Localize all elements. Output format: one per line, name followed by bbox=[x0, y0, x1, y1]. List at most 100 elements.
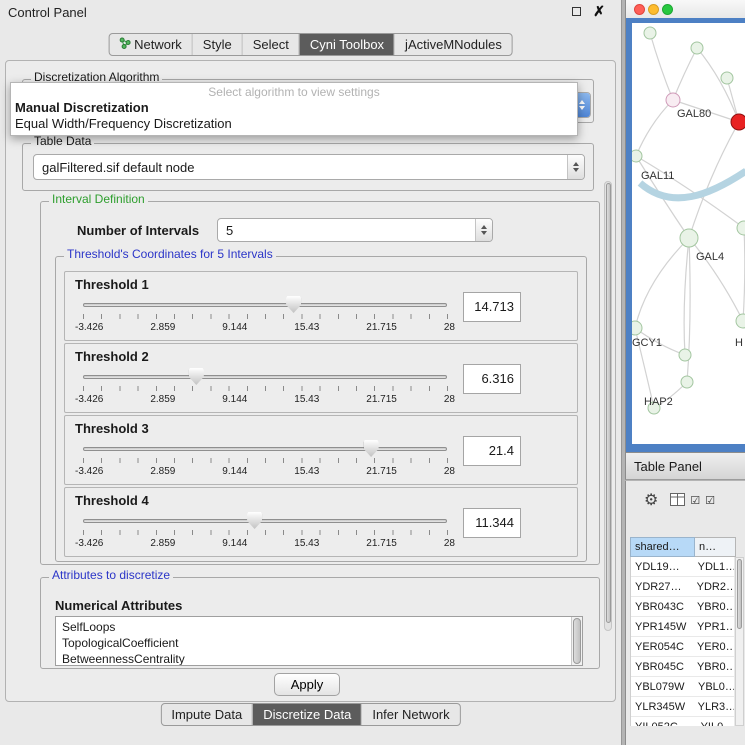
threshold-slider[interactable]: -3.4262.8599.14415.4321.71528 bbox=[75, 510, 455, 556]
scale-tick-label: 15.43 bbox=[294, 466, 319, 477]
slider-thumb[interactable] bbox=[247, 512, 262, 529]
scrollbar-thumb[interactable] bbox=[737, 559, 742, 629]
network-titlebar bbox=[626, 0, 745, 18]
table-row[interactable]: YDR27…YDR2… bbox=[631, 577, 734, 597]
dropdown-option[interactable]: Manual Discretization bbox=[11, 100, 577, 116]
threshold-value-field[interactable]: 21.4 bbox=[463, 436, 521, 466]
settings-scrollbar[interactable] bbox=[604, 181, 612, 631]
table-row[interactable]: YER054CYER0… bbox=[631, 637, 734, 657]
gear-icon[interactable]: ⚙ bbox=[644, 493, 658, 509]
attribute-item[interactable]: TopologicalCoefficient bbox=[56, 635, 582, 651]
scrollbar-thumb[interactable] bbox=[606, 183, 611, 623]
scale-tick-label: 28 bbox=[444, 538, 455, 549]
tab-network[interactable]: Network bbox=[109, 34, 192, 55]
table-row[interactable]: YDL19…YDL1… bbox=[631, 557, 734, 577]
apply-button[interactable]: Apply bbox=[274, 673, 340, 696]
zoom-traffic-light-icon[interactable] bbox=[662, 4, 673, 15]
table-row[interactable]: YBR043CYBR0… bbox=[631, 597, 734, 617]
attribute-item[interactable]: SelfLoops bbox=[56, 617, 582, 635]
network-node[interactable] bbox=[632, 150, 642, 162]
network-node[interactable] bbox=[736, 314, 745, 328]
scale-tick-label: 2.859 bbox=[150, 466, 175, 477]
dropdown-option[interactable]: Equal Width/Frequency Discretization bbox=[11, 116, 577, 132]
slider-thumb[interactable] bbox=[364, 440, 379, 457]
slider-ticks bbox=[83, 458, 448, 463]
table-row[interactable]: YBL079WYBL0… bbox=[631, 677, 734, 697]
threshold-slider[interactable]: -3.4262.8599.14415.4321.71528 bbox=[75, 438, 455, 484]
network-node[interactable] bbox=[666, 93, 680, 107]
scale-tick-label: 2.859 bbox=[150, 322, 175, 333]
threshold-slider[interactable]: -3.4262.8599.14415.4321.71528 bbox=[75, 294, 455, 340]
table-row[interactable]: YIL052CYIL0… bbox=[631, 717, 734, 726]
slider-ticks bbox=[83, 530, 448, 535]
network-node[interactable] bbox=[680, 229, 698, 247]
threshold-list: Threshold 1-3.4262.8599.14415.4321.71528… bbox=[64, 271, 578, 559]
float-window-icon[interactable] bbox=[572, 7, 581, 16]
node-label: GAL11 bbox=[641, 170, 674, 182]
table-window: ⚙ ☑ ☑ shared… n… YDL19…YDL1…YDR27…YDR2…Y… bbox=[625, 481, 745, 745]
tab-discretize-data[interactable]: Discretize Data bbox=[252, 704, 361, 725]
stepper-icon[interactable] bbox=[567, 155, 584, 179]
slider-thumb[interactable] bbox=[189, 368, 204, 385]
tab-select[interactable]: Select bbox=[242, 34, 299, 55]
table-row[interactable]: YPR145WYPR1… bbox=[631, 617, 734, 637]
node-label: HAP2 bbox=[644, 396, 673, 408]
table-cell: YDR27… bbox=[631, 577, 691, 596]
close-icon[interactable]: ✗ bbox=[593, 6, 605, 16]
threshold-value-field[interactable]: 6.316 bbox=[463, 364, 521, 394]
tab-jactivemnodules[interactable]: jActiveMNodules bbox=[394, 34, 512, 55]
table-panel-header: Table Panel bbox=[625, 452, 745, 480]
table-row[interactable]: YLR345WYLR3… bbox=[631, 697, 734, 717]
tab-impute-data[interactable]: Impute Data bbox=[161, 704, 252, 725]
tab-label: Network bbox=[134, 37, 182, 52]
minimize-traffic-light-icon[interactable] bbox=[648, 4, 659, 15]
columns-icon[interactable] bbox=[670, 493, 685, 510]
tab-label: Discretize Data bbox=[263, 707, 351, 722]
panel-title: Control Panel bbox=[8, 5, 87, 20]
table-cell: YPR145W bbox=[631, 617, 691, 636]
network-node[interactable] bbox=[681, 376, 693, 388]
slider-ticks bbox=[83, 386, 448, 391]
tab-label: Select bbox=[253, 37, 289, 52]
node-label: GAL4 bbox=[696, 251, 724, 263]
tab-cyni-toolbox[interactable]: Cyni Toolbox bbox=[299, 34, 394, 55]
network-node[interactable] bbox=[679, 349, 691, 361]
tab-label: Infer Network bbox=[372, 707, 449, 722]
checkbox-icon[interactable]: ☑ bbox=[690, 496, 700, 507]
scale-tick-label: 15.43 bbox=[294, 538, 319, 549]
checkbox-icon[interactable]: ☑ bbox=[705, 496, 715, 507]
scrollbar-thumb[interactable] bbox=[573, 618, 581, 664]
column-header-name[interactable]: n… bbox=[695, 537, 736, 557]
table-data-title: Table Data bbox=[31, 135, 94, 148]
intervals-combo[interactable]: 5 bbox=[217, 218, 493, 242]
attribute-item[interactable]: BetweennessCentrality bbox=[56, 651, 582, 666]
table-cell: YER0… bbox=[691, 637, 734, 656]
network-node[interactable] bbox=[721, 72, 733, 84]
column-header-shared[interactable]: shared… bbox=[630, 537, 695, 557]
tab-infer-network[interactable]: Infer Network bbox=[361, 704, 459, 725]
table-row[interactable]: YBR045CYBR0… bbox=[631, 657, 734, 677]
network-node[interactable] bbox=[644, 27, 656, 39]
threshold-value-field[interactable]: 11.344 bbox=[463, 508, 521, 538]
threshold-value-field[interactable]: 14.713 bbox=[463, 292, 521, 322]
table-scrollbar[interactable] bbox=[735, 557, 744, 726]
tab-style[interactable]: Style bbox=[192, 34, 242, 55]
network-node[interactable] bbox=[632, 321, 642, 335]
close-traffic-light-icon[interactable] bbox=[634, 4, 645, 15]
tab-label: Style bbox=[203, 37, 232, 52]
interval-definition-fieldset: Interval Definition Number of Intervals … bbox=[40, 201, 600, 565]
table-cell: YBR0… bbox=[691, 597, 734, 616]
network-node-selected[interactable] bbox=[731, 114, 745, 130]
table-cell: YLR345W bbox=[631, 697, 692, 716]
table-cell: YLR3… bbox=[692, 697, 734, 716]
numerical-attributes-heading: Numerical Attributes bbox=[55, 598, 182, 613]
attributes-list[interactable]: SelfLoopsTopologicalCoefficientBetweenne… bbox=[55, 616, 583, 666]
attributes-scrollbar[interactable] bbox=[571, 617, 582, 665]
network-canvas[interactable]: GAL80GAL11GAL4GCY1HAP2H bbox=[632, 23, 745, 444]
network-edge bbox=[635, 238, 689, 328]
threshold-slider[interactable]: -3.4262.8599.14415.4321.71528 bbox=[75, 366, 455, 412]
network-node[interactable] bbox=[691, 42, 703, 54]
slider-thumb[interactable] bbox=[286, 296, 301, 313]
table-data-combo[interactable]: galFiltered.sif default node bbox=[33, 154, 585, 180]
stepper-icon[interactable] bbox=[475, 219, 492, 241]
